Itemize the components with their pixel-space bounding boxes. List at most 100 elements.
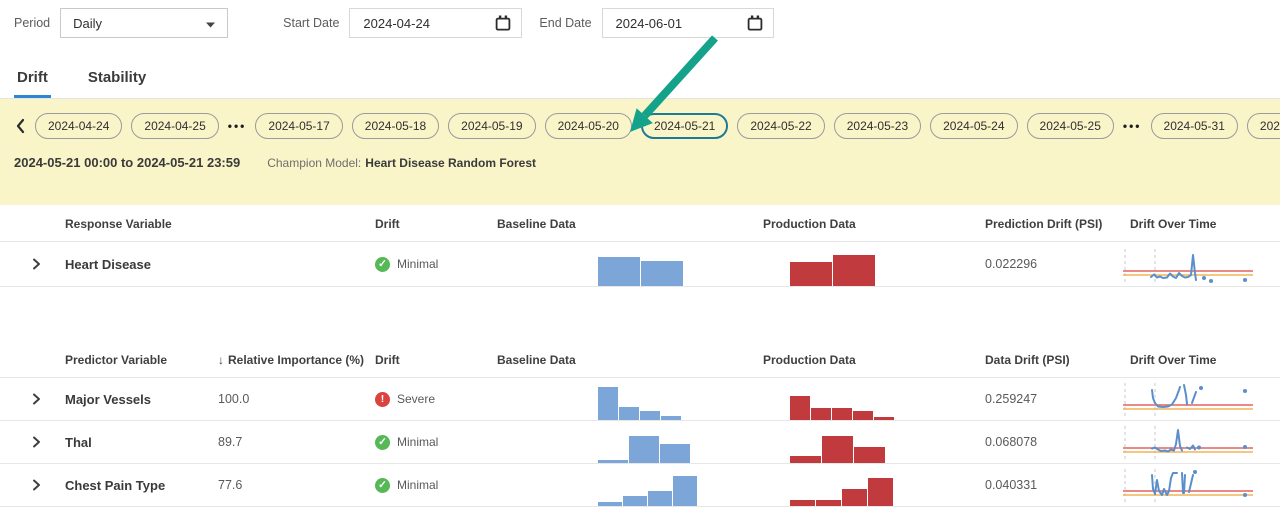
timeline-prev-button[interactable] xyxy=(14,118,26,134)
tab-drift[interactable]: Drift xyxy=(14,60,51,98)
predictor-table-header: Predictor Variable ↓ Relative Importance … xyxy=(0,340,1280,378)
column-header-baseline-data: Baseline Data xyxy=(497,353,763,377)
date-pill[interactable]: 2024-05-22 xyxy=(737,113,824,139)
check-circle-icon xyxy=(375,478,390,493)
production-histogram xyxy=(763,421,985,463)
variable-name: Heart Disease xyxy=(65,257,375,272)
column-header-baseline-data: Baseline Data xyxy=(497,217,763,241)
champion-model: Champion Model: Heart Disease Random Fore… xyxy=(267,156,536,170)
selected-range-text: 2024-05-21 00:00 to 2024-05-21 23:59 xyxy=(14,155,240,170)
date-pill[interactable]: 2024-05-23 xyxy=(834,113,921,139)
column-header-data-drift-psi: Data Drift (PSI) xyxy=(985,353,1123,377)
date-pill[interactable]: 2024-05-20 xyxy=(545,113,632,139)
production-histogram xyxy=(763,242,985,286)
date-pill[interactable]: 2024-05-18 xyxy=(352,113,439,139)
variable-name: Major Vessels xyxy=(65,392,218,407)
timeline-info-row: 2024-05-21 00:00 to 2024-05-21 23:59 Cha… xyxy=(14,155,1266,170)
date-pill-selected[interactable]: 2024-05-21 xyxy=(641,113,728,139)
table-row-major-vessels[interactable]: Major Vessels 100.0 Severe 0.259247 xyxy=(0,378,1280,421)
caret-down-icon xyxy=(206,16,215,31)
date-pill[interactable]: 2024-05-25 xyxy=(1027,113,1114,139)
date-pill[interactable]: 2024-04-25 xyxy=(131,113,218,139)
column-header-prediction-drift-psi: Prediction Drift (PSI) xyxy=(985,217,1123,241)
champion-model-name: Heart Disease Random Forest xyxy=(365,156,536,170)
end-date-input[interactable]: 2024-06-01 xyxy=(602,8,774,38)
drift-status-badge: Minimal xyxy=(375,435,497,450)
column-header-response-variable: Response Variable xyxy=(65,217,375,241)
timeline-ellipsis[interactable]: ••• xyxy=(228,119,247,133)
date-pill[interactable]: 2024-05-24 xyxy=(930,113,1017,139)
response-table-header: Response Variable Drift Baseline Data Pr… xyxy=(0,205,1280,242)
drift-status-label: Minimal xyxy=(397,435,438,449)
column-header-production-data: Production Data xyxy=(763,353,985,377)
column-header-drift-over-time: Drift Over Time xyxy=(1123,353,1280,377)
check-circle-icon xyxy=(375,435,390,450)
column-header-drift: Drift xyxy=(375,353,497,377)
expand-row-button[interactable] xyxy=(32,393,41,405)
drift-sparkline xyxy=(1123,464,1280,506)
column-header-production-data: Production Data xyxy=(763,217,985,241)
drift-status-badge: Minimal xyxy=(375,478,497,493)
psi-value: 0.040331 xyxy=(985,478,1123,492)
baseline-histogram xyxy=(497,378,763,420)
psi-value: 0.022296 xyxy=(985,257,1123,271)
drift-sparkline xyxy=(1123,242,1280,286)
baseline-histogram xyxy=(497,464,763,506)
period-label: Period xyxy=(14,16,50,30)
psi-value: 0.068078 xyxy=(985,435,1123,449)
column-header-relative-importance[interactable]: ↓ Relative Importance (%) xyxy=(218,353,375,377)
drift-status-badge: Minimal xyxy=(375,257,497,272)
end-date-label: End Date xyxy=(539,16,591,30)
date-pill[interactable]: 2024-05-19 xyxy=(448,113,535,139)
check-circle-icon xyxy=(375,257,390,272)
drift-status-label: Minimal xyxy=(397,257,438,271)
date-pill[interactable]: 2024-05-17 xyxy=(255,113,342,139)
timeline-band: 2024-04-24 2024-04-25 ••• 2024-05-17 202… xyxy=(0,99,1280,205)
variable-name: Chest Pain Type xyxy=(65,478,218,493)
section-divider xyxy=(0,287,1280,340)
start-date-label: Start Date xyxy=(283,16,339,30)
period-value: Daily xyxy=(73,16,102,31)
drift-sparkline xyxy=(1123,421,1280,463)
end-date-value: 2024-06-01 xyxy=(616,16,683,31)
variable-name: Thal xyxy=(65,435,218,450)
production-histogram xyxy=(763,464,985,506)
tab-bar: Drift Stability xyxy=(0,60,1280,99)
drift-status-label: Minimal xyxy=(397,478,438,492)
date-pill[interactable]: 2024-06-01 xyxy=(1247,113,1280,139)
drift-status-badge: Severe xyxy=(375,392,497,407)
column-header-predictor-variable: Predictor Variable xyxy=(65,353,218,377)
period-select[interactable]: Daily xyxy=(60,8,228,38)
date-pill-row: 2024-04-24 2024-04-25 ••• 2024-05-17 202… xyxy=(14,113,1266,139)
champion-model-label: Champion Model: xyxy=(267,156,361,170)
table-row-thal[interactable]: Thal 89.7 Minimal 0.068078 xyxy=(0,421,1280,464)
filter-bar: Period Daily Start Date 2024-04-24 End D… xyxy=(14,8,1280,38)
production-histogram xyxy=(763,378,985,420)
table-row-chest-pain-type[interactable]: Chest Pain Type 77.6 Minimal 0.040331 xyxy=(0,464,1280,507)
baseline-histogram xyxy=(497,242,763,286)
expand-row-button[interactable] xyxy=(32,436,41,448)
table-row-heart-disease[interactable]: Heart Disease Minimal 0.022296 xyxy=(0,242,1280,287)
column-header-drift: Drift xyxy=(375,217,497,241)
sort-descending-icon: ↓ xyxy=(218,353,224,367)
expand-row-button[interactable] xyxy=(32,479,41,491)
psi-value: 0.259247 xyxy=(985,392,1123,406)
importance-value: 89.7 xyxy=(218,435,375,449)
importance-value: 77.6 xyxy=(218,478,375,492)
column-header-relative-importance-label: Relative Importance (%) xyxy=(228,353,364,367)
start-date-input[interactable]: 2024-04-24 xyxy=(349,8,522,38)
calendar-icon[interactable] xyxy=(747,15,763,31)
tab-stability[interactable]: Stability xyxy=(85,60,149,98)
alert-circle-icon xyxy=(375,392,390,407)
date-pill[interactable]: 2024-05-31 xyxy=(1151,113,1238,139)
expand-row-button[interactable] xyxy=(32,258,41,270)
column-header-drift-over-time: Drift Over Time xyxy=(1123,217,1280,241)
importance-value: 100.0 xyxy=(218,392,375,406)
timeline-ellipsis[interactable]: ••• xyxy=(1123,119,1142,133)
baseline-histogram xyxy=(497,421,763,463)
drift-status-label: Severe xyxy=(397,392,435,406)
date-pill[interactable]: 2024-04-24 xyxy=(35,113,122,139)
start-date-value: 2024-04-24 xyxy=(363,16,430,31)
calendar-icon[interactable] xyxy=(495,15,511,31)
drift-sparkline xyxy=(1123,378,1280,420)
